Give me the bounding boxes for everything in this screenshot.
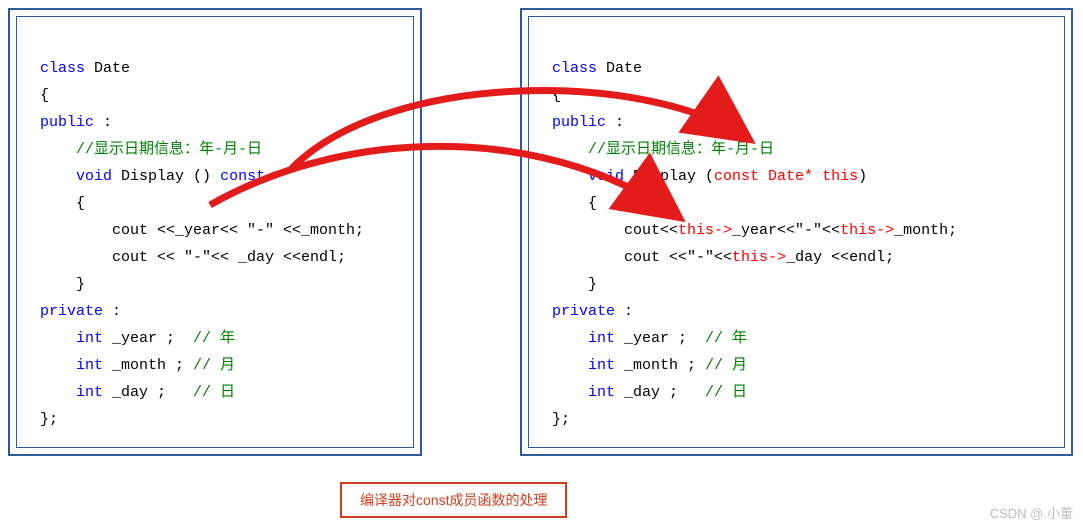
kw-private: private bbox=[552, 303, 615, 320]
brace-open: { bbox=[588, 195, 597, 212]
var: _month ; bbox=[103, 357, 193, 374]
colon: : bbox=[615, 303, 633, 320]
stmt-part: cout<< bbox=[624, 222, 678, 239]
brace-close: }; bbox=[552, 411, 570, 428]
stmt: cout <<_year<< "-" <<_month; bbox=[112, 222, 364, 239]
comment: // 月 bbox=[193, 357, 235, 374]
fn-name: Display () bbox=[112, 168, 220, 185]
var: _month ; bbox=[615, 357, 705, 374]
kw-class: class bbox=[40, 60, 85, 77]
kw-class: class bbox=[552, 60, 597, 77]
colon: : bbox=[103, 303, 121, 320]
comment: // 日 bbox=[705, 384, 747, 401]
right-code: class Date { public : //显示日期信息：年-月-日 voi… bbox=[552, 28, 957, 433]
kw-void: void bbox=[76, 168, 112, 185]
class-name: Date bbox=[597, 60, 642, 77]
kw-private: private bbox=[40, 303, 103, 320]
stmt-part: _year<<"-"<< bbox=[732, 222, 840, 239]
brace-close: }; bbox=[40, 411, 58, 428]
kw-const: const bbox=[220, 168, 265, 185]
kw-int: int bbox=[76, 384, 103, 401]
class-name: Date bbox=[85, 60, 130, 77]
brace-open: { bbox=[40, 87, 49, 104]
comment: // 日 bbox=[193, 384, 235, 401]
this-ptr: this-> bbox=[678, 222, 732, 239]
comment: // 年 bbox=[193, 330, 235, 347]
stmt-part: _day <<endl; bbox=[786, 249, 894, 266]
param: const Date* this bbox=[714, 168, 858, 185]
kw-int: int bbox=[588, 384, 615, 401]
comment: //显示日期信息：年-月-日 bbox=[588, 141, 774, 158]
brace-open: { bbox=[552, 87, 561, 104]
brace-open: { bbox=[76, 195, 85, 212]
var: _day ; bbox=[103, 384, 193, 401]
caption-box: 编译器对const成员函数的处理 bbox=[340, 482, 567, 518]
kw-public: public bbox=[40, 114, 94, 131]
this-ptr: this-> bbox=[840, 222, 894, 239]
kw-void: void bbox=[588, 168, 624, 185]
paren-close: ) bbox=[858, 168, 867, 185]
kw-public: public bbox=[552, 114, 606, 131]
this-ptr: this-> bbox=[732, 249, 786, 266]
kw-int: int bbox=[588, 330, 615, 347]
comment: //显示日期信息：年-月-日 bbox=[76, 141, 262, 158]
left-code: class Date { public : //显示日期信息：年-月-日 voi… bbox=[40, 28, 364, 433]
kw-int: int bbox=[76, 357, 103, 374]
stmt: cout << "-"<< _day <<endl; bbox=[112, 249, 346, 266]
stmt-part: cout <<"-"<< bbox=[624, 249, 732, 266]
colon: : bbox=[94, 114, 112, 131]
stmt-part: _month; bbox=[894, 222, 957, 239]
kw-int: int bbox=[588, 357, 615, 374]
comment: // 年 bbox=[705, 330, 747, 347]
brace-close: } bbox=[588, 276, 597, 293]
var: _year ; bbox=[615, 330, 705, 347]
brace-close: } bbox=[76, 276, 85, 293]
fn-name: Display ( bbox=[624, 168, 714, 185]
comment: // 月 bbox=[705, 357, 747, 374]
colon: : bbox=[606, 114, 624, 131]
var: _day ; bbox=[615, 384, 705, 401]
caption-text: 编译器对const成员函数的处理 bbox=[360, 492, 547, 508]
watermark: CSDN @.小董 bbox=[990, 503, 1073, 522]
var: _year ; bbox=[103, 330, 193, 347]
kw-int: int bbox=[76, 330, 103, 347]
